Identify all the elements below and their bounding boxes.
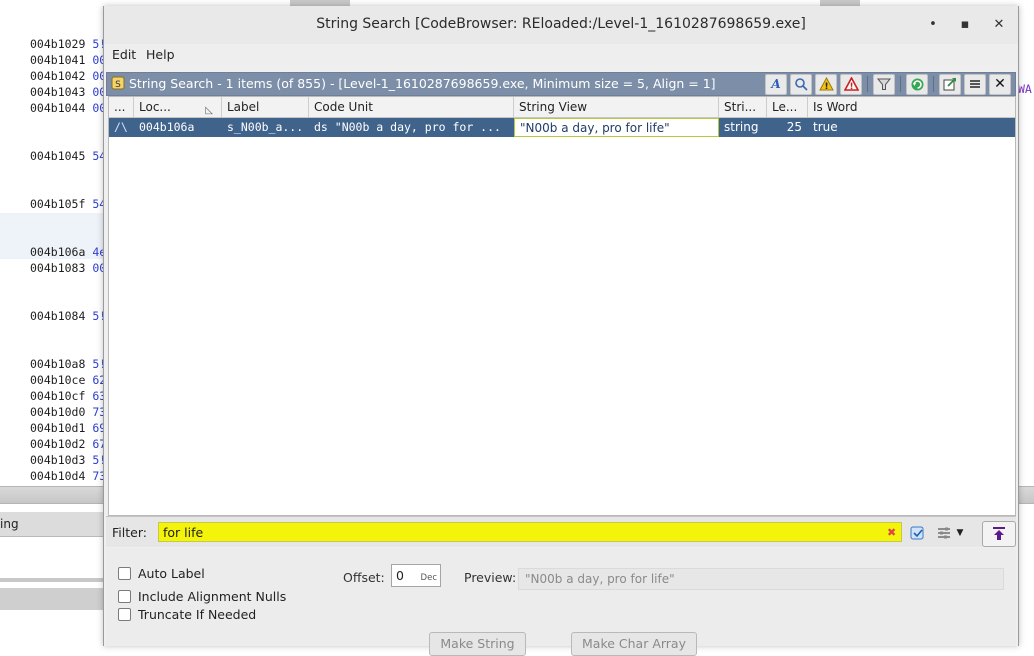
bottom-panel-separator [0,578,104,582]
checkbox-box[interactable] [118,590,131,603]
offset-unit: Dec [420,573,437,583]
listing-overflow-text: WA [1018,82,1032,96]
svg-text:S: S [115,80,121,90]
offset-field[interactable]: 0 Dec [391,564,441,587]
listing-line[interactable]: 004b10d1 69 [30,421,106,435]
listing-line[interactable]: 004b10d2 67 [30,437,106,451]
listing-line[interactable]: 004b10d4 73 [30,469,106,483]
make-string-button[interactable]: Make String [429,632,526,656]
filter-options-icon[interactable] [908,524,928,542]
maximize-button[interactable]: ▪ [956,16,974,34]
component-toolbar: A ! ! ✕ [765,73,1011,95]
toolbar-separator [933,76,934,92]
listing-line[interactable]: 004b10cf 63 [30,389,106,403]
column-header-location-label: Loc... [139,100,171,114]
table-header: ... Loc... ◺ Label Code Unit String View… [109,97,1015,118]
close-window-button[interactable]: ✕ [990,16,1008,34]
dialog-titlebar[interactable]: String Search [CodeBrowser: REloaded:/Le… [104,6,1018,44]
minimize-button[interactable]: • [924,16,942,34]
table-row[interactable]: /\ 004b106a s_N00b_a... ds "N00b a day, … [109,118,1015,137]
column-header-label[interactable]: Label [222,97,309,117]
auto-label-checkbox[interactable]: Auto Label [118,566,205,581]
toolbar-separator [867,76,868,92]
listing-line[interactable]: 004b10ce 62 [30,373,106,387]
column-header-is-word[interactable]: Is Word [808,97,1015,117]
menu-edit[interactable]: Edit [112,47,136,62]
listing-line[interactable]: 004b106a 4e [30,245,106,259]
string-table[interactable]: ... Loc... ◺ Label Code Unit String View… [108,96,1016,516]
error-icon[interactable]: ! [840,73,862,95]
close-icon[interactable]: ✕ [989,73,1011,95]
cell-string-type[interactable]: string [719,118,767,137]
checkbox-box[interactable] [118,567,131,580]
listing-line[interactable]: 004b10d0 73 [30,405,106,419]
refresh-icon[interactable] [906,73,928,95]
auto-label-label: Auto Label [138,566,205,581]
dialog-title: String Search [CodeBrowser: REloaded:/Le… [316,16,806,32]
string-search-dialog: String Search [CodeBrowser: REloaded:/Le… [103,6,1019,656]
listing-line[interactable]: 004b1029 5! [30,37,106,51]
truncate-if-needed-checkbox[interactable]: Truncate If Needed [118,607,256,622]
bottom-panel-tab[interactable]: ing [0,512,104,537]
listing-line[interactable]: 004b1084 5! [30,309,106,323]
checkbox-box[interactable] [118,608,131,621]
filter-settings-icon[interactable] [934,524,954,542]
cell-label[interactable]: s_N00b_a... [222,118,309,137]
column-header-length[interactable]: Le... [767,97,808,117]
filter-label: Filter: [112,525,147,540]
component-title: String Search - 1 items (of 855) - [Leve… [129,76,716,91]
listing-line[interactable]: 004b1083 00 [30,261,106,275]
svg-text:!: ! [849,82,853,91]
toolbar-separator [900,76,901,92]
offset-label: Offset: [343,570,385,585]
bottom-panel-tab-label: ing [0,517,19,531]
listing-line[interactable]: 004b10d3 5! [30,453,106,467]
column-header-string-view[interactable]: String View [514,97,719,117]
make-char-array-button[interactable]: Make Char Array [571,632,697,656]
font-icon[interactable]: A [765,73,787,95]
listing-line[interactable]: 004b1044 00 [30,101,106,115]
sort-ascending-icon: ◺ [205,105,213,116]
truncate-if-needed-label: Truncate If Needed [138,607,257,622]
listing-line[interactable]: 004b1045 54 [30,149,106,163]
listing-line[interactable]: 004b1042 00 [30,69,106,83]
warning-icon[interactable]: ! [815,73,837,95]
filter-icon[interactable] [873,73,895,95]
column-header-string-type[interactable]: Stri... [719,97,767,117]
cell-string-view[interactable]: "N00b a day, pro for life" [514,118,719,137]
column-header-icon[interactable]: ... [109,97,134,117]
cell-is-word[interactable]: true [808,118,1015,137]
chevron-down-icon[interactable]: ▼ [954,524,966,542]
include-alignment-nulls-checkbox[interactable]: Include Alignment Nulls [118,589,286,604]
column-header-code-unit[interactable]: Code Unit [309,97,514,117]
filter-bar: Filter: ✖ ▼ [106,516,1016,547]
component-header: S String Search - 1 items (of 855) - [Le… [106,72,1016,96]
cell-length[interactable]: 25 [767,118,808,137]
string-search-icon: S [111,76,125,90]
column-header-location[interactable]: Loc... ◺ [134,97,222,117]
include-alignment-nulls-label: Include Alignment Nulls [138,589,287,604]
listing-line[interactable]: 004b1041 00 [30,53,106,67]
search-memory-icon[interactable] [790,73,812,95]
svg-text:!: ! [824,82,828,91]
defined-string-icon: /\ [114,120,128,134]
move-to-top-button[interactable] [982,521,1016,547]
listing-line[interactable]: 004b105f 54 [30,197,106,211]
offset-value: 0 [396,568,404,583]
cell-code-unit[interactable]: ds "N00b a day, pro for ... [309,118,514,137]
cell-location[interactable]: 004b106a [134,118,222,137]
bottom-panel-header [0,588,104,610]
options-panel: Auto Label Include Alignment Nulls Trunc… [106,548,1016,656]
preview-label: Preview: [464,570,517,585]
preview-field: "N00b a day, pro for life" [518,568,1004,590]
menu-icon[interactable] [964,73,986,95]
listing-line[interactable]: 004b10a8 5! [30,357,106,371]
listing-line[interactable]: 004b1043 00 [30,85,106,99]
filter-input[interactable] [158,522,902,542]
export-icon[interactable] [939,73,961,95]
menu-help[interactable]: Help [146,47,175,62]
menubar: Edit Help [104,44,1018,66]
clear-filter-icon[interactable]: ✖ [887,526,896,539]
